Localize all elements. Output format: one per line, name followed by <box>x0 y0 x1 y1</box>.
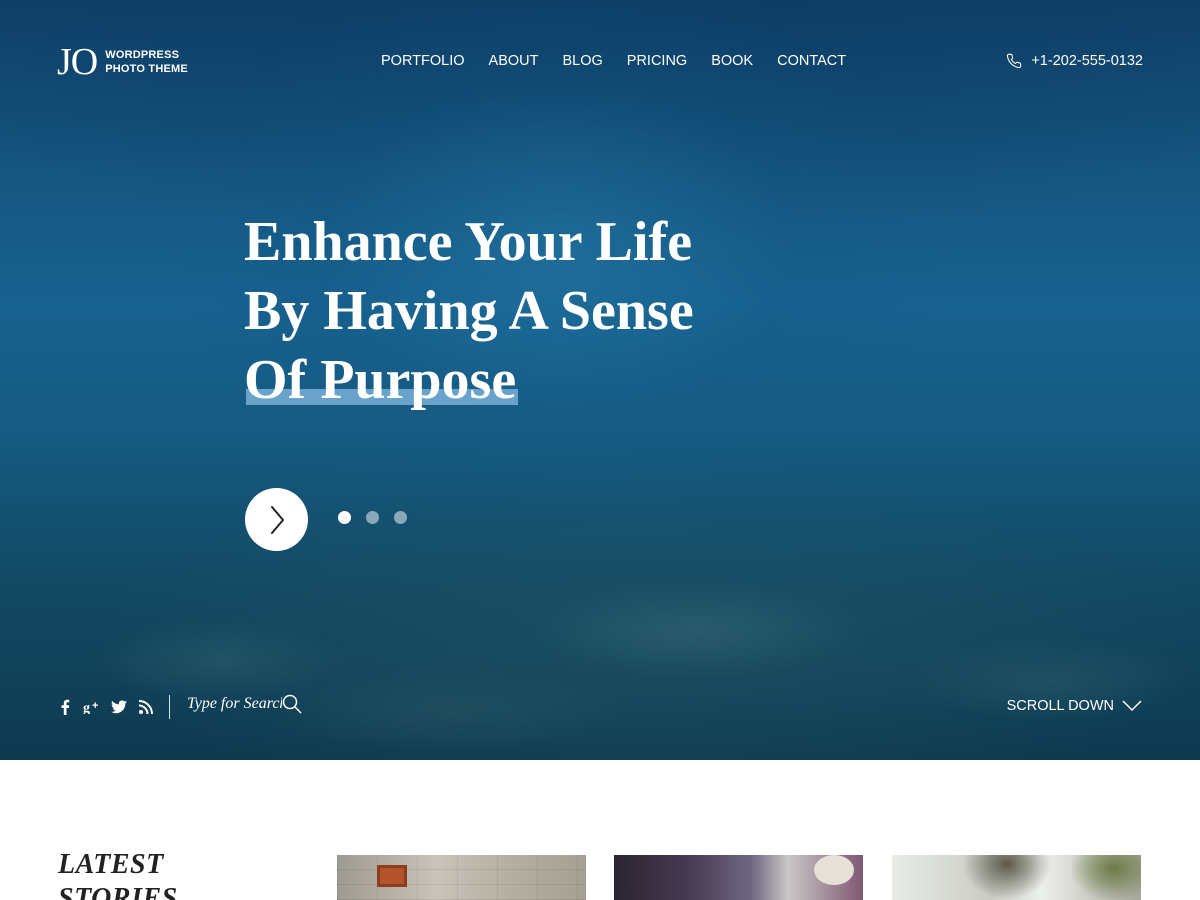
hero-background <box>0 540 1200 760</box>
nav-item-about[interactable]: ABOUT <box>489 52 539 70</box>
rss-icon[interactable] <box>137 698 155 716</box>
headline-line-2: By Having A Sense <box>244 280 694 342</box>
story-thumbnail-3[interactable] <box>892 855 1141 900</box>
logo-tagline-line2: PHOTO THEME <box>105 63 188 75</box>
story-thumbnail-1-texture <box>337 855 586 900</box>
story-thumbnail-3-detail-1 <box>962 855 1052 900</box>
slider-dot-3[interactable] <box>394 511 407 524</box>
headline-line-3: Of Purpose <box>244 346 519 415</box>
slider-dot-1[interactable] <box>338 511 351 524</box>
story-thumbnail-3-detail-2 <box>1072 855 1141 900</box>
latest-stories-title: LATEST STORIES <box>58 848 218 900</box>
latest-stories-title-line2: STORIES <box>58 883 178 900</box>
phone-icon <box>1007 53 1022 69</box>
nav-item-portfolio[interactable]: PORTFOLIO <box>381 52 465 70</box>
footer-bar-divider <box>169 695 170 719</box>
search-input[interactable] <box>187 695 282 713</box>
svg-text:g: g <box>83 701 90 714</box>
google-plus-icon[interactable]: g + <box>83 698 101 716</box>
chevron-right-icon <box>270 505 284 534</box>
story-thumbnail-1-detail <box>377 865 407 887</box>
story-thumbnail-2-detail <box>814 855 854 885</box>
main-nav: PORTFOLIO ABOUT BLOG PRICING BOOK CONTAC… <box>381 52 870 70</box>
phone-number: +1-202-555-0132 <box>1031 53 1143 69</box>
site-logo[interactable]: JO WORDPRESS PHOTO THEME <box>57 42 195 82</box>
latest-stories-section: LATEST STORIES <box>0 760 1200 900</box>
twitter-icon[interactable] <box>110 698 128 716</box>
facebook-icon[interactable] <box>56 698 74 716</box>
story-thumbnail-2[interactable] <box>614 855 863 900</box>
scroll-down-link[interactable]: SCROLL DOWN <box>1007 698 1142 714</box>
logo-tagline: WORDPRESS PHOTO THEME <box>105 48 195 76</box>
logo-mark: JO <box>57 41 98 83</box>
slider-next-button[interactable] <box>245 488 308 551</box>
slider-pagination <box>338 511 422 524</box>
hero-section: JO WORDPRESS PHOTO THEME PORTFOLIO ABOUT… <box>0 0 1200 760</box>
slider-dot-2[interactable] <box>366 511 379 524</box>
chevron-down-icon <box>1122 700 1142 712</box>
social-links: g + <box>56 698 164 716</box>
nav-item-pricing[interactable]: PRICING <box>627 52 687 70</box>
latest-stories-title-line1: LATEST <box>58 849 164 880</box>
headline-line-1: Enhance Your Life <box>244 211 693 273</box>
story-thumbnail-1[interactable] <box>337 855 586 900</box>
scroll-down-label: SCROLL DOWN <box>1006 698 1114 714</box>
headline-line-3-text: Of Purpose <box>244 349 517 411</box>
logo-tagline-line1: WORDPRESS <box>105 49 180 61</box>
search-icon[interactable] <box>282 694 302 714</box>
nav-item-contact[interactable]: CONTACT <box>777 52 846 70</box>
svg-text:+: + <box>92 700 98 712</box>
header-phone[interactable]: +1-202-555-0132 <box>1006 52 1143 70</box>
nav-item-blog[interactable]: BLOG <box>562 52 602 70</box>
hero-headline: Enhance Your Life By Having A Sense Of P… <box>244 208 764 415</box>
search-box <box>187 694 302 714</box>
nav-item-book[interactable]: BOOK <box>711 52 753 70</box>
